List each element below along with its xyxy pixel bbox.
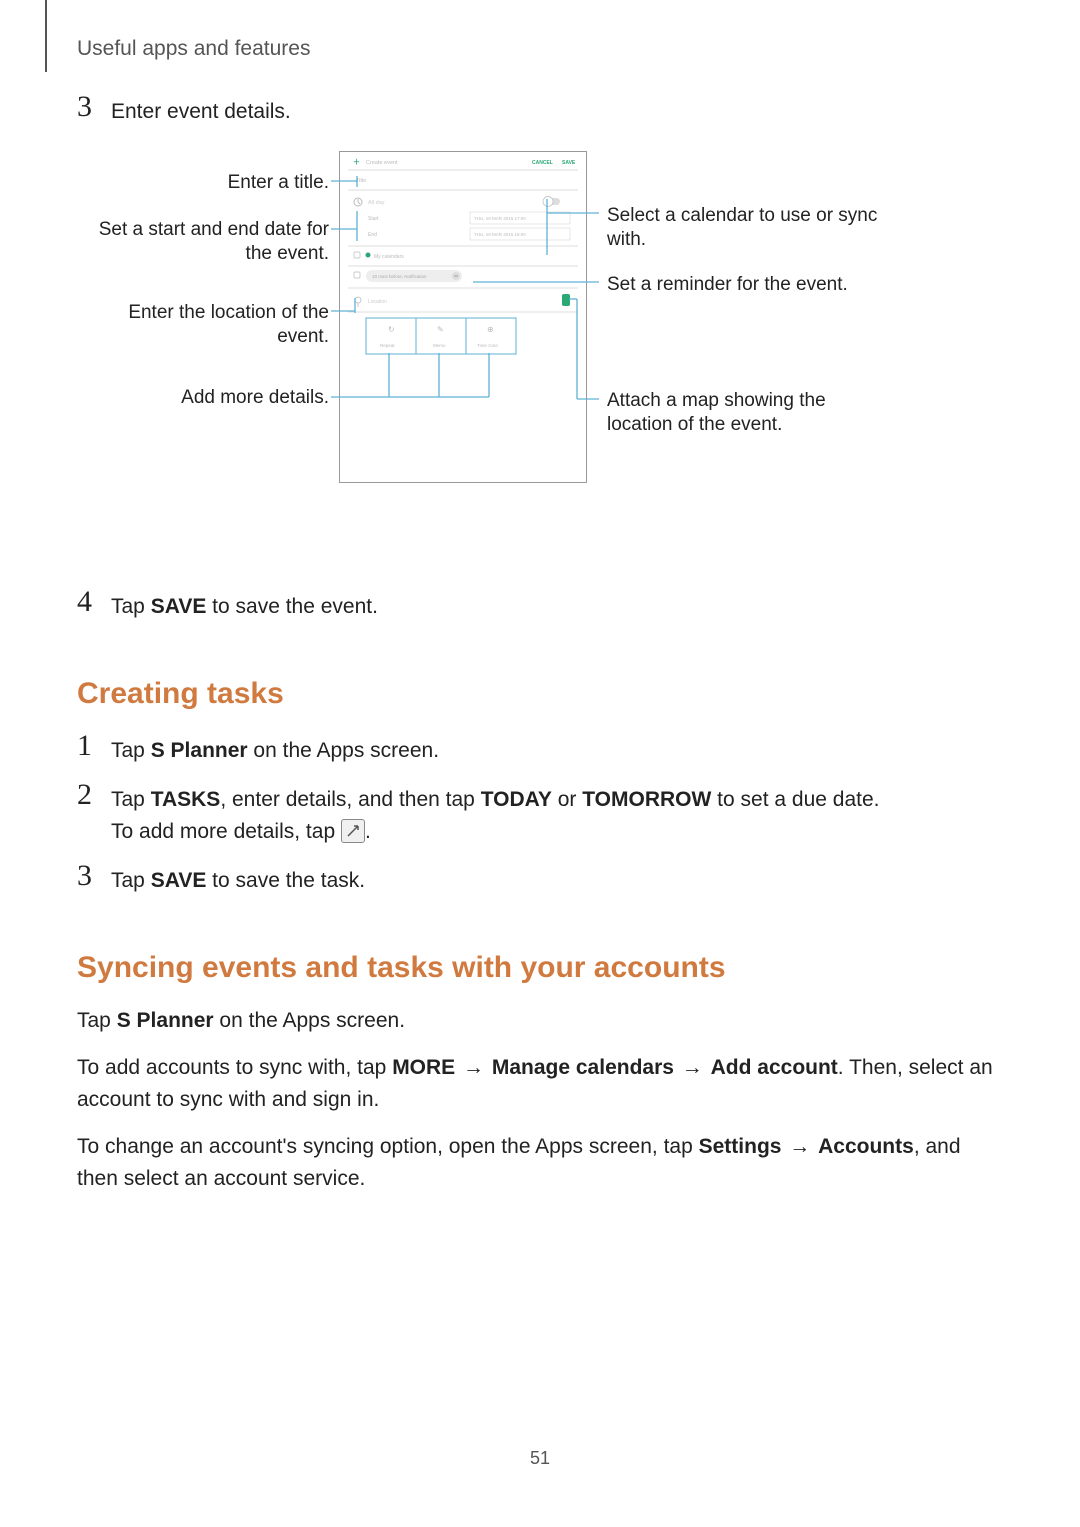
arrow-icon: → <box>455 1056 492 1079</box>
step-4-text: Tap SAVE to save the event. <box>111 587 378 624</box>
svg-text:Create event: Create event <box>366 160 398 166</box>
svg-text:SAVE: SAVE <box>562 160 576 166</box>
sync-para-2: To add accounts to sync with, tap MORE →… <box>77 1052 1007 1117</box>
callout-location: Enter the location of the event. <box>77 301 329 350</box>
callout-calendar: Select a calendar to use or sync with. <box>607 204 897 253</box>
svg-text:THU, 19 MAR 2015 17:00: THU, 19 MAR 2015 17:00 <box>474 216 526 221</box>
t2c: , enter details, and then tap <box>220 788 480 811</box>
svg-text:CANCEL: CANCEL <box>532 160 553 166</box>
t2e: or <box>552 788 582 811</box>
sync-para-3: To change an account's syncing option, o… <box>77 1131 1007 1196</box>
step-4-save: SAVE <box>151 595 207 618</box>
t3-pre: Tap <box>111 869 151 892</box>
t2g: to set a due date. <box>711 788 879 811</box>
step-3: 3 Enter event details. <box>77 92 1007 129</box>
step-3-text: Enter event details. <box>111 92 291 129</box>
tasks-step-2: 2 Tap TASKS, enter details, and then tap… <box>77 780 1007 849</box>
callout-reminder: Set a reminder for the event. <box>607 273 897 298</box>
step-4-pre: Tap <box>111 595 151 618</box>
t2a: Tap <box>111 788 151 811</box>
sp2c: Manage calendars <box>492 1056 674 1079</box>
svg-text:End: End <box>368 232 377 238</box>
tasks-step-2-number: 2 <box>77 780 111 810</box>
tasks-step-1-number: 1 <box>77 731 111 761</box>
phone-ui-svg: ＋ Create event CANCEL SAVE Title All day… <box>340 152 586 482</box>
expand-icon <box>341 819 365 843</box>
event-diagram: Enter a title. Set a start and end date … <box>77 151 1007 571</box>
sp3a: To change an account's syncing option, o… <box>77 1135 699 1158</box>
sp1a: Tap <box>77 1009 117 1032</box>
main-content: 3 Enter event details. Enter a title. Se… <box>77 92 1007 1210</box>
t1-bold: S Planner <box>151 739 248 762</box>
tasks-step-3-text: Tap SAVE to save the task. <box>111 861 365 898</box>
svg-text:My calendars: My calendars <box>374 254 404 260</box>
sp1c: on the Apps screen. <box>214 1009 405 1032</box>
svg-text:Title: Title <box>356 178 366 184</box>
tasks-step-1-text: Tap S Planner on the Apps screen. <box>111 731 439 768</box>
heading-syncing: Syncing events and tasks with your accou… <box>77 951 1007 985</box>
svg-text:THU, 19 MAR 2015 18:00: THU, 19 MAR 2015 18:00 <box>474 232 526 237</box>
svg-text:Start: Start <box>368 216 379 222</box>
step-3-number: 3 <box>77 92 111 122</box>
svg-text:10 mins before, Notification: 10 mins before, Notification <box>372 274 427 279</box>
heading-creating-tasks: Creating tasks <box>77 677 1007 711</box>
tasks-step-3: 3 Tap SAVE to save the task. <box>77 861 1007 898</box>
sp2d: Add account <box>711 1056 838 1079</box>
t2d: TODAY <box>481 788 552 811</box>
t1-pre: Tap <box>111 739 151 762</box>
arrow-icon: → <box>674 1056 711 1079</box>
sp3b: Settings <box>699 1135 782 1158</box>
callout-dates: Set a start and end date for the event. <box>77 218 329 267</box>
margin-bar <box>45 0 47 72</box>
svg-text:＋: ＋ <box>353 158 360 166</box>
tasks-step-1: 1 Tap S Planner on the Apps screen. <box>77 731 1007 768</box>
sp2a: To add accounts to sync with, tap <box>77 1056 392 1079</box>
phone-screenshot: ＋ Create event CANCEL SAVE Title All day… <box>339 151 587 483</box>
t2b: TASKS <box>151 788 221 811</box>
t3-post: to save the task. <box>206 869 365 892</box>
sp2b: MORE <box>392 1056 455 1079</box>
step-4-number: 4 <box>77 587 111 617</box>
breadcrumb: Useful apps and features <box>77 37 310 61</box>
svg-text:Memo: Memo <box>433 343 446 348</box>
callout-add-more: Add more details. <box>77 386 329 411</box>
page-number: 51 <box>0 1448 1080 1469</box>
callout-title: Enter a title. <box>77 171 329 196</box>
t2h: To add more details, tap <box>111 820 341 843</box>
step-4: 4 Tap SAVE to save the event. <box>77 587 1007 624</box>
t2f: TOMORROW <box>582 788 711 811</box>
svg-text:↻: ↻ <box>388 325 395 334</box>
svg-text:All day: All day <box>368 200 385 206</box>
arrow-icon: → <box>781 1135 818 1158</box>
svg-text:⊕: ⊕ <box>487 325 494 334</box>
svg-text:Time zone: Time zone <box>477 343 498 348</box>
tasks-step-3-number: 3 <box>77 861 111 891</box>
t1-post: on the Apps screen. <box>248 739 439 762</box>
svg-text:✎: ✎ <box>437 325 444 334</box>
tasks-step-2-text: Tap TASKS, enter details, and then tap T… <box>111 780 879 849</box>
sync-para-1: Tap S Planner on the Apps screen. <box>77 1005 1007 1038</box>
callout-map: Attach a map showing the location of the… <box>607 389 867 438</box>
svg-text:Repeat: Repeat <box>380 343 395 348</box>
step-4-post: to save the event. <box>206 595 378 618</box>
sp3c: Accounts <box>818 1135 914 1158</box>
svg-text:Location: Location <box>368 299 387 305</box>
t3-bold: SAVE <box>151 869 207 892</box>
sp1b: S Planner <box>117 1009 214 1032</box>
t2i: . <box>365 820 371 843</box>
